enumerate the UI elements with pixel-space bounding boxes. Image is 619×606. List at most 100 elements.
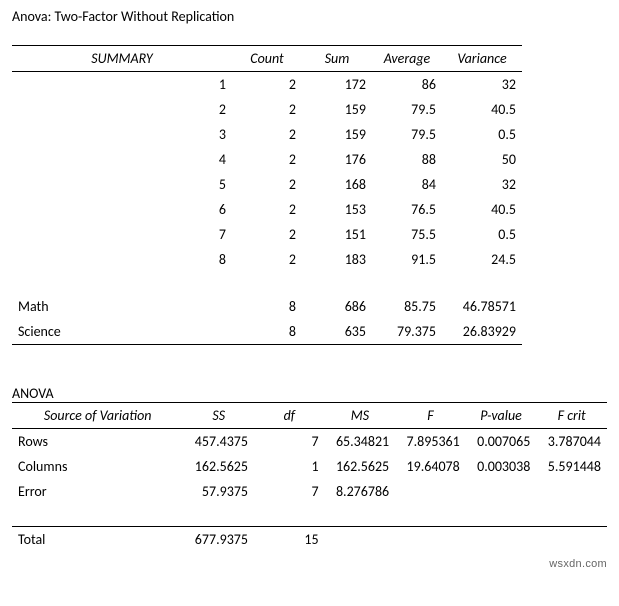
anova-source: Error bbox=[12, 479, 183, 504]
anova-ss: 57.9375 bbox=[183, 479, 254, 504]
row-variance: 24.5 bbox=[442, 247, 522, 272]
anova-p bbox=[466, 479, 537, 504]
row-variance: 0.5 bbox=[442, 222, 522, 247]
anova-ss: 457.4375 bbox=[183, 429, 254, 455]
anova-source: Columns bbox=[12, 454, 183, 479]
table-row: 521688432 bbox=[12, 172, 607, 197]
row-average: 75.5 bbox=[372, 222, 442, 247]
row-sum: 159 bbox=[302, 97, 372, 122]
anova-total-df: 15 bbox=[254, 526, 325, 552]
row-id: 8 bbox=[12, 247, 232, 272]
summary-table: SUMMARY Count Sum Average Variance 12172… bbox=[12, 45, 607, 345]
summary-header-count: Count bbox=[232, 46, 302, 72]
anova-fcrit: 3.787044 bbox=[536, 429, 607, 455]
row-count: 2 bbox=[232, 97, 302, 122]
row-id: 3 bbox=[12, 122, 232, 147]
anova-source: Rows bbox=[12, 429, 183, 455]
anova-ms: 8.276786 bbox=[325, 479, 396, 504]
anova-header-ss: SS bbox=[183, 403, 254, 429]
row-average: 79.5 bbox=[372, 122, 442, 147]
anova-df: 7 bbox=[254, 429, 325, 455]
anova-header-ms: MS bbox=[325, 403, 396, 429]
anova-header-row: Source of Variation SS df MS F P-value F… bbox=[12, 403, 607, 429]
anova-ms: 65.34821 bbox=[325, 429, 396, 455]
row-variance: 32 bbox=[442, 72, 522, 98]
table-row-total: Total677.937515 bbox=[12, 526, 607, 552]
row-count: 2 bbox=[232, 122, 302, 147]
group-count: 8 bbox=[232, 319, 302, 345]
anova-f: 19.64078 bbox=[395, 454, 466, 479]
group-name: Science bbox=[12, 319, 232, 345]
anova-p: 0.007065 bbox=[466, 429, 537, 455]
group-variance: 26.83929 bbox=[442, 319, 522, 345]
summary-header-sum: Sum bbox=[302, 46, 372, 72]
group-average: 79.375 bbox=[372, 319, 442, 345]
summary-header-label: SUMMARY bbox=[12, 46, 232, 72]
row-count: 2 bbox=[232, 197, 302, 222]
row-id: 5 bbox=[12, 172, 232, 197]
row-id: 4 bbox=[12, 147, 232, 172]
group-sum: 686 bbox=[302, 294, 372, 319]
row-sum: 168 bbox=[302, 172, 372, 197]
anova-header-df: df bbox=[254, 403, 325, 429]
anova-fcrit bbox=[536, 479, 607, 504]
row-sum: 172 bbox=[302, 72, 372, 98]
anova-f bbox=[395, 479, 466, 504]
row-variance: 32 bbox=[442, 172, 522, 197]
row-count: 2 bbox=[232, 247, 302, 272]
row-variance: 50 bbox=[442, 147, 522, 172]
spacer bbox=[12, 272, 607, 294]
anova-fcrit: 5.591448 bbox=[536, 454, 607, 479]
group-variance: 46.78571 bbox=[442, 294, 522, 319]
brand-watermark: wsxdn.com bbox=[12, 552, 607, 570]
row-count: 2 bbox=[232, 222, 302, 247]
table-row: 3215979.50.5 bbox=[12, 122, 607, 147]
table-row: Error57.937578.276786 bbox=[12, 479, 607, 504]
row-id: 2 bbox=[12, 97, 232, 122]
summary-header-row: SUMMARY Count Sum Average Variance bbox=[12, 46, 607, 72]
anova-header-source: Source of Variation bbox=[12, 403, 183, 429]
row-average: 91.5 bbox=[372, 247, 442, 272]
row-average: 76.5 bbox=[372, 197, 442, 222]
group-count: 8 bbox=[232, 294, 302, 319]
anova-total-ss: 677.9375 bbox=[183, 526, 254, 552]
table-row: 2215979.540.5 bbox=[12, 97, 607, 122]
anova-ms: 162.5625 bbox=[325, 454, 396, 479]
group-average: 85.75 bbox=[372, 294, 442, 319]
table-row: 6215376.540.5 bbox=[12, 197, 607, 222]
anova-p: 0.003038 bbox=[466, 454, 537, 479]
page-title: Anova: Two-Factor Without Replication bbox=[12, 8, 607, 29]
anova-header-fcrit: F crit bbox=[536, 403, 607, 429]
table-row: Columns162.56251162.562519.640780.003038… bbox=[12, 454, 607, 479]
row-count: 2 bbox=[232, 172, 302, 197]
row-average: 79.5 bbox=[372, 97, 442, 122]
row-sum: 183 bbox=[302, 247, 372, 272]
table-row: 8218391.524.5 bbox=[12, 247, 607, 272]
row-variance: 0.5 bbox=[442, 122, 522, 147]
table-row: Math868685.7546.78571 bbox=[12, 294, 607, 319]
anova-ss: 162.5625 bbox=[183, 454, 254, 479]
anova-title: ANOVA bbox=[12, 385, 607, 402]
anova-df: 1 bbox=[254, 454, 325, 479]
table-row: 7215175.50.5 bbox=[12, 222, 607, 247]
row-average: 86 bbox=[372, 72, 442, 98]
group-name: Math bbox=[12, 294, 232, 319]
row-count: 2 bbox=[232, 72, 302, 98]
anova-table: Source of Variation SS df MS F P-value F… bbox=[12, 402, 607, 552]
anova-df: 7 bbox=[254, 479, 325, 504]
table-row: 421768850 bbox=[12, 147, 607, 172]
row-sum: 159 bbox=[302, 122, 372, 147]
summary-header-average: Average bbox=[372, 46, 442, 72]
row-variance: 40.5 bbox=[442, 97, 522, 122]
summary-header-variance: Variance bbox=[442, 46, 522, 72]
spacer bbox=[12, 504, 607, 526]
row-id: 7 bbox=[12, 222, 232, 247]
row-id: 1 bbox=[12, 72, 232, 98]
anova-header-pvalue: P-value bbox=[466, 403, 537, 429]
table-row: Rows457.4375765.348217.8953610.0070653.7… bbox=[12, 429, 607, 455]
row-average: 88 bbox=[372, 147, 442, 172]
row-variance: 40.5 bbox=[442, 197, 522, 222]
row-sum: 151 bbox=[302, 222, 372, 247]
row-average: 84 bbox=[372, 172, 442, 197]
row-id: 6 bbox=[12, 197, 232, 222]
